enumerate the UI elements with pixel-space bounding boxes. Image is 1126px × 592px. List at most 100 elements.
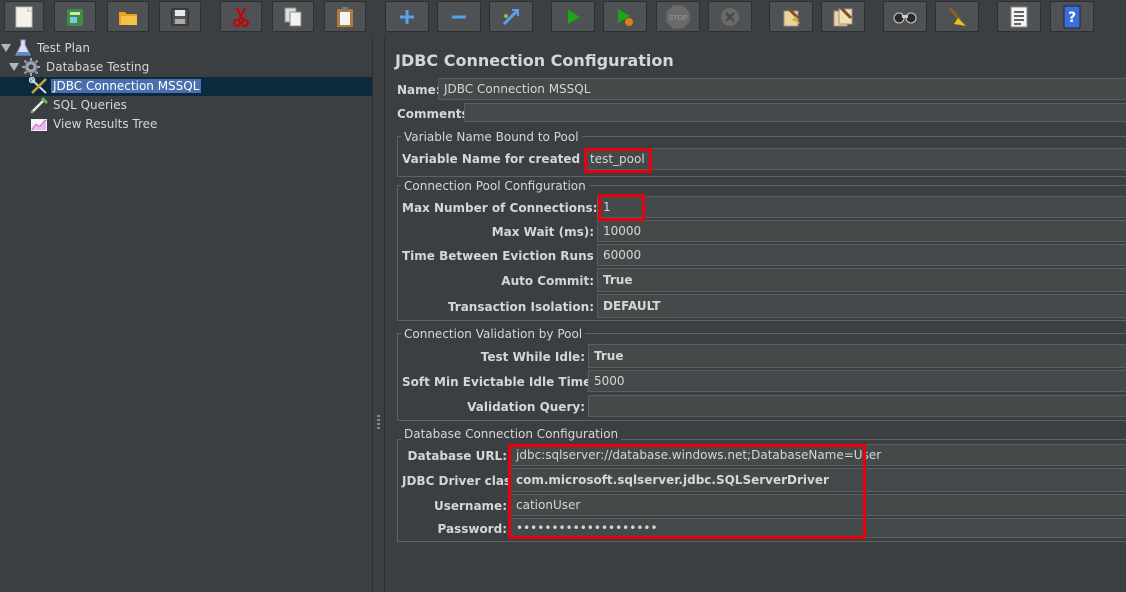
max-connections-field[interactable]: 1 xyxy=(597,196,1126,218)
annotation-highlight xyxy=(584,148,652,173)
tree-item-label: SQL Queries xyxy=(53,98,127,112)
expand-all-button[interactable] xyxy=(385,1,429,32)
tree-item-jdbc-connection[interactable]: JDBC Connection MSSQL xyxy=(29,77,202,95)
validation-query-label: Validation Query: xyxy=(467,400,585,414)
name-label: Name: xyxy=(397,83,441,97)
help-button[interactable]: ? xyxy=(1050,1,1094,32)
search-icon xyxy=(893,12,917,23)
comments-label: Comments: xyxy=(397,107,474,121)
soft-min-idle-label: Soft Min Evictable Idle Time(ms): xyxy=(402,375,627,389)
thread-group-gear-icon xyxy=(22,58,40,76)
start-no-pauses-icon xyxy=(618,8,633,26)
paste-icon xyxy=(337,6,353,27)
eviction-runs-field[interactable]: 60000 xyxy=(597,244,1126,266)
driver-class-label: JDBC Driver class: xyxy=(402,474,524,488)
max-wait-field[interactable]: 10000 xyxy=(597,220,1126,242)
save-icon xyxy=(171,8,189,25)
pool-variable-group-title: Variable Name Bound to Pool xyxy=(401,130,582,144)
jmeter-window: STOP ? Test Plan Database Testing JDBC C… xyxy=(0,0,1126,592)
shutdown-icon xyxy=(721,7,739,26)
reset-search-button[interactable] xyxy=(935,1,979,32)
collapse-icon xyxy=(452,15,466,18)
flask-icon xyxy=(15,39,31,56)
splitter[interactable] xyxy=(372,38,385,592)
function-helper-button[interactable] xyxy=(997,1,1041,32)
start-button[interactable] xyxy=(551,1,595,32)
search-button[interactable] xyxy=(883,1,927,32)
start-no-pauses-button[interactable] xyxy=(603,1,647,32)
username-label: Username: xyxy=(433,499,507,513)
svg-text:?: ? xyxy=(1068,10,1076,26)
test-plan-tree: Test Plan Database Testing JDBC Connecti… xyxy=(0,38,372,592)
help-icon: ? xyxy=(1063,5,1081,28)
new-icon xyxy=(15,6,33,27)
open-icon xyxy=(119,11,137,25)
copy-icon xyxy=(284,7,302,26)
connection-pool-group-title: Connection Pool Configuration xyxy=(401,179,589,193)
tree-item-label: View Results Tree xyxy=(53,117,158,131)
stop-button[interactable]: STOP xyxy=(656,1,700,32)
max-connections-label: Max Number of Connections: xyxy=(402,201,598,215)
clear-all-icon xyxy=(833,6,853,26)
save-button[interactable] xyxy=(159,1,201,32)
tree-item-label: Test Plan xyxy=(37,41,90,55)
copy-button[interactable] xyxy=(272,1,314,32)
annotation-highlight xyxy=(508,444,866,539)
transaction-isolation-label: Transaction Isolation: xyxy=(447,300,594,314)
clear-all-button[interactable] xyxy=(821,1,865,32)
toolbar: STOP ? xyxy=(0,0,1126,34)
validation-query-field[interactable] xyxy=(588,395,1126,417)
config-panel: JDBC Connection Configuration Name: JDBC… xyxy=(385,38,1126,592)
stop-label: STOP xyxy=(669,15,688,22)
tree-item-database-testing[interactable]: Database Testing xyxy=(22,58,151,76)
transaction-isolation-select[interactable]: DEFAULT xyxy=(597,294,1126,318)
max-wait-label: Max Wait (ms): xyxy=(491,225,594,239)
stop-icon: STOP xyxy=(665,4,691,29)
open-button[interactable] xyxy=(107,1,149,32)
expand-icon xyxy=(400,9,414,24)
auto-commit-label: Auto Commit: xyxy=(501,274,594,288)
comments-field[interactable] xyxy=(464,103,1126,122)
tools-config-icon xyxy=(29,77,47,94)
password-label: Password: xyxy=(437,522,508,536)
new-button[interactable] xyxy=(4,1,44,32)
auto-commit-select[interactable]: True xyxy=(597,268,1126,292)
splitter-grip xyxy=(377,427,380,429)
tree-item-view-results-tree[interactable]: View Results Tree xyxy=(29,115,159,133)
clear-icon xyxy=(783,6,800,26)
annotation-highlight xyxy=(598,194,645,221)
eviction-runs-label: Time Between Eviction Runs (ms): xyxy=(402,249,634,263)
expand-toggle-icon[interactable] xyxy=(9,63,19,71)
toggle-button[interactable] xyxy=(489,1,533,32)
page-title: JDBC Connection Configuration xyxy=(395,51,674,70)
sampler-pipette-icon xyxy=(30,96,49,114)
paste-button[interactable] xyxy=(324,1,366,32)
splitter-grip xyxy=(377,419,380,421)
cut-button[interactable] xyxy=(220,1,262,32)
shutdown-button[interactable] xyxy=(708,1,752,32)
tree-item-label: JDBC Connection MSSQL xyxy=(51,79,202,93)
templates-button[interactable] xyxy=(54,1,96,32)
name-field[interactable]: JDBC Connection MSSQL xyxy=(438,78,1126,100)
listener-graph-icon xyxy=(31,119,47,131)
start-icon xyxy=(568,9,580,24)
tree-item-sql-queries[interactable]: SQL Queries xyxy=(29,96,129,114)
test-while-idle-label: Test While Idle: xyxy=(480,350,585,364)
validation-group-title: Connection Validation by Pool xyxy=(401,327,586,341)
tree-item-test-plan[interactable]: Test Plan xyxy=(15,39,92,57)
clear-button[interactable] xyxy=(769,1,813,32)
splitter-grip xyxy=(377,415,380,417)
function-helper-icon xyxy=(1010,6,1028,27)
cut-icon xyxy=(233,7,249,27)
database-url-label: Database URL: xyxy=(407,449,507,463)
expand-toggle-icon[interactable] xyxy=(1,44,11,52)
templates-icon xyxy=(67,8,83,26)
collapse-all-button[interactable] xyxy=(437,1,481,32)
reset-search-icon xyxy=(948,6,966,26)
toggle-icon xyxy=(502,8,520,25)
tree-item-label: Database Testing xyxy=(46,60,150,74)
database-connection-group-title: Database Connection Configuration xyxy=(401,427,622,441)
soft-min-idle-field[interactable]: 5000 xyxy=(588,370,1126,392)
pool-variable-field[interactable]: test_pool xyxy=(584,148,1126,170)
test-while-idle-select[interactable]: True xyxy=(588,344,1126,368)
